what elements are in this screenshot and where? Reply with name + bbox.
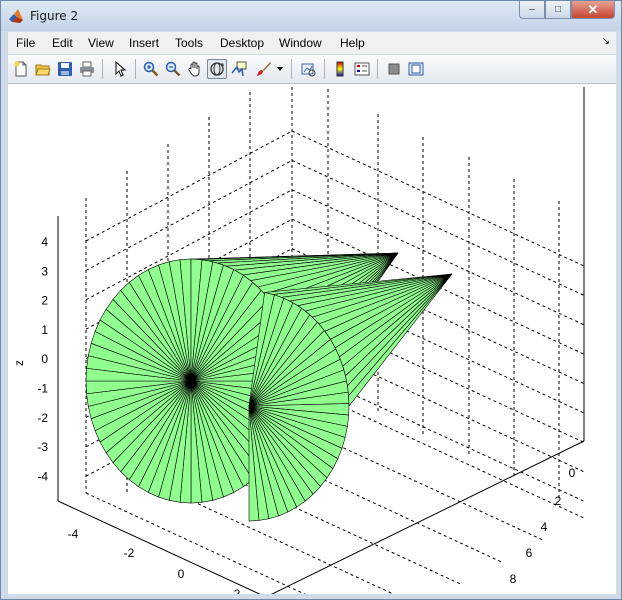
x-tick-label: -4 xyxy=(68,527,79,541)
z-tick-label: 1 xyxy=(41,323,48,337)
new-file-icon xyxy=(14,61,27,77)
grid-line xyxy=(291,130,585,267)
open-file-button[interactable] xyxy=(33,59,53,79)
z-tick-label: -2 xyxy=(37,411,48,425)
z-tick-label: 3 xyxy=(41,264,48,278)
show-plot-tools-button[interactable] xyxy=(406,59,426,79)
figure-window: Figure 2 – □ ✕ File Edit View Insert Too… xyxy=(0,0,622,600)
save-icon xyxy=(58,62,72,76)
x-axis-line xyxy=(57,500,261,594)
menu-window[interactable]: Window xyxy=(279,36,322,50)
menu-file[interactable]: File xyxy=(16,36,35,50)
dock-arrow-icon[interactable]: ↘ xyxy=(602,36,610,47)
close-button[interactable]: ✕ xyxy=(571,1,615,19)
menu-view[interactable]: View xyxy=(88,36,114,50)
pan-button[interactable] xyxy=(185,59,205,79)
z-tick-label: -1 xyxy=(37,382,48,396)
menu-edit[interactable]: Edit xyxy=(52,36,73,50)
brush-icon xyxy=(257,62,271,76)
hide-plot-tools-button[interactable] xyxy=(384,59,404,79)
hand-pan-icon xyxy=(188,61,200,77)
y-tick-label: 4 xyxy=(541,520,548,534)
z-tick-label: 4 xyxy=(41,235,48,249)
menu-desktop[interactable]: Desktop xyxy=(220,36,264,50)
z-axis-label: z xyxy=(12,360,26,366)
save-figure-button[interactable] xyxy=(55,59,75,79)
grid-line xyxy=(85,159,293,271)
menu-insert[interactable]: Insert xyxy=(129,36,159,50)
brush-dropdown[interactable] xyxy=(274,59,286,79)
edit-plot-button[interactable] xyxy=(110,59,130,79)
y-tick-label: 8 xyxy=(510,572,517,586)
insert-legend-button[interactable] xyxy=(352,59,372,79)
toolbar-separator xyxy=(324,59,325,79)
rotate-3d-icon xyxy=(210,62,224,76)
x-tick-label: -2 xyxy=(124,546,135,560)
y-tick-label: 2 xyxy=(555,494,562,508)
window-controls: – □ ✕ xyxy=(519,1,615,20)
toolbar-separator xyxy=(102,59,103,79)
z-tick-label: 0 xyxy=(41,352,48,366)
x-tick-label: 2 xyxy=(234,587,241,594)
legend-icon xyxy=(354,62,370,76)
chevron-down-icon xyxy=(277,67,283,71)
print-figure-button[interactable] xyxy=(77,59,97,79)
colorbar-icon xyxy=(336,61,344,77)
y-tick-label: 0 xyxy=(569,466,576,480)
toolbar-separator xyxy=(135,59,136,79)
matlab-logo-icon xyxy=(9,9,23,23)
z-tick-label: -3 xyxy=(37,440,48,454)
brush-button[interactable] xyxy=(254,59,274,79)
maximize-icon: □ xyxy=(554,4,562,15)
figure-canvas[interactable]: 4 3 2 1 0 -1 -2 -3 -4 z -4 -2 0 2 0 2 4 6 8 xyxy=(8,84,616,594)
rotate-3d-button[interactable] xyxy=(207,59,227,79)
z-tick-label: 2 xyxy=(41,294,48,308)
menu-help[interactable]: Help xyxy=(340,36,365,50)
toolbar-separator xyxy=(377,59,378,79)
zoom-in-button[interactable] xyxy=(141,59,161,79)
minimize-icon: – xyxy=(529,4,535,15)
data-cursor-icon xyxy=(231,61,247,77)
toolbar-separator xyxy=(291,59,292,79)
menu-bar: File Edit View Insert Tools Desktop Wind… xyxy=(8,32,616,54)
print-icon xyxy=(80,61,94,77)
y-tick-label: 6 xyxy=(526,546,533,560)
plot-area[interactable]: 43210-1-2-3-4z-4-20202468 xyxy=(8,84,616,594)
grid-line xyxy=(85,492,306,594)
figure-toolbar xyxy=(8,55,616,84)
data-cursor-button[interactable] xyxy=(229,59,249,79)
hide-plot-tools-icon xyxy=(388,63,400,75)
link-plot-button[interactable] xyxy=(298,59,318,79)
window-title: Figure 2 xyxy=(30,9,79,23)
link-plot-icon xyxy=(301,63,316,77)
zoom-out-button[interactable] xyxy=(163,59,183,79)
new-figure-button[interactable] xyxy=(11,59,31,79)
maximize-button[interactable]: □ xyxy=(545,1,571,19)
x-tick-label: 0 xyxy=(178,567,185,581)
insert-colorbar-button[interactable] xyxy=(330,59,350,79)
z-tick-label: -4 xyxy=(37,469,48,483)
zoom-out-icon xyxy=(165,61,181,77)
surface-cones xyxy=(85,252,453,522)
close-icon: ✕ xyxy=(587,1,599,17)
grid-line xyxy=(85,130,293,242)
minimize-button[interactable]: – xyxy=(519,1,545,19)
menu-tools[interactable]: Tools xyxy=(175,36,203,50)
show-plot-tools-icon xyxy=(408,62,424,76)
zoom-in-icon xyxy=(143,61,159,77)
folder-open-icon xyxy=(35,64,51,76)
title-bar[interactable]: Figure 2 – □ ✕ xyxy=(1,1,621,31)
pointer-arrow-icon xyxy=(115,61,127,77)
